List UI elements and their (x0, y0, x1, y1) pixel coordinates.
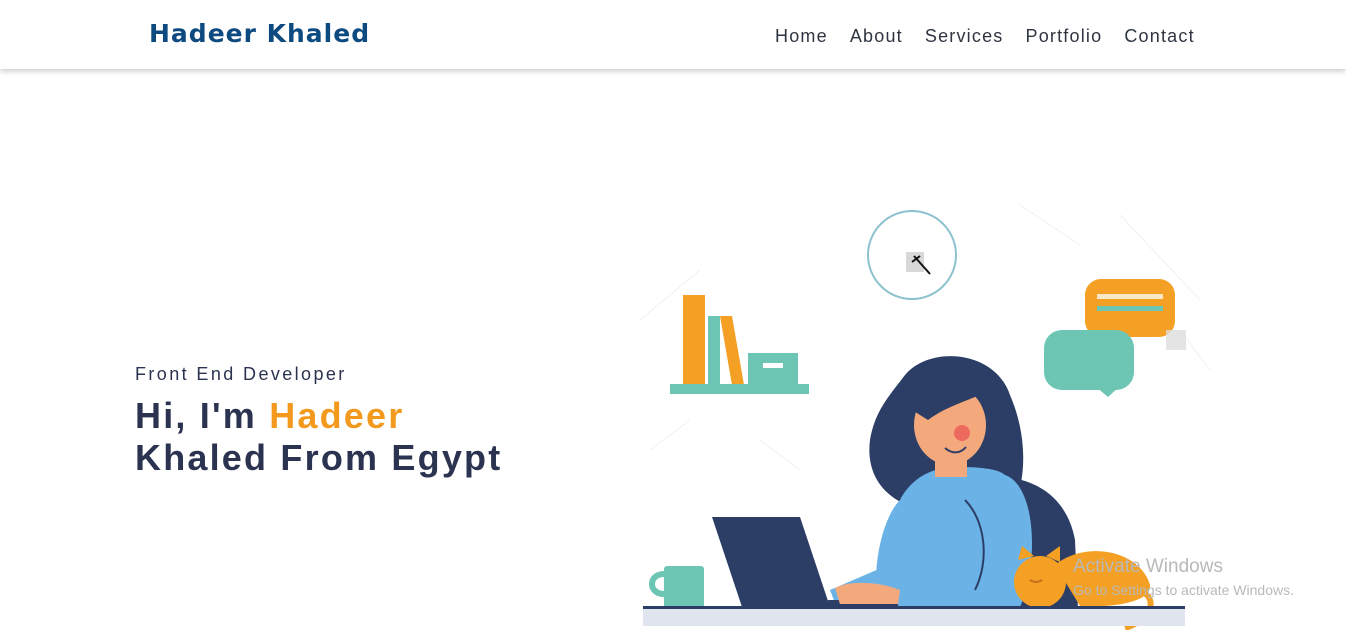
chat-bubble-orange (1085, 279, 1175, 337)
activate-windows-watermark: Activate Windows Go to Settings to activ… (1073, 556, 1294, 598)
laptop-icon (712, 517, 900, 608)
nav-link-about[interactable]: About (850, 26, 903, 47)
bookshelf (670, 295, 809, 394)
brand-logo[interactable]: Hadeer Khaled (149, 19, 370, 48)
hero-headline: Hi, I'm Hadeer Khaled From Egypt (135, 395, 502, 479)
chat-bubble-green (1044, 330, 1134, 397)
hero-headline-line2: Khaled From Egypt (135, 437, 503, 478)
nav-links: Home About Services Portfolio Contact (775, 26, 1217, 47)
hero-subtitle: Front End Developer (135, 364, 347, 384)
watermark-title: Activate Windows (1073, 556, 1223, 577)
nav-link-portfolio[interactable]: Portfolio (1026, 26, 1103, 47)
hero-greeting: Hi, I'm (135, 395, 270, 436)
sketch-square (1166, 330, 1186, 350)
watermark-subtitle: Go to Settings to activate Windows. (1073, 582, 1294, 598)
desk-edge (643, 606, 1185, 609)
hero-highlight-name: Hadeer (269, 395, 405, 436)
clock-icon (867, 210, 957, 300)
nav-link-contact[interactable]: Contact (1124, 26, 1194, 47)
hero-section: Front End Developer Hi, I'm Hadeer Khale… (135, 364, 502, 479)
nav-link-home[interactable]: Home (775, 26, 828, 47)
navbar: Hadeer Khaled Home About Services Portfo… (0, 0, 1346, 69)
mug-icon (649, 566, 704, 608)
nav-link-services[interactable]: Services (925, 26, 1004, 47)
